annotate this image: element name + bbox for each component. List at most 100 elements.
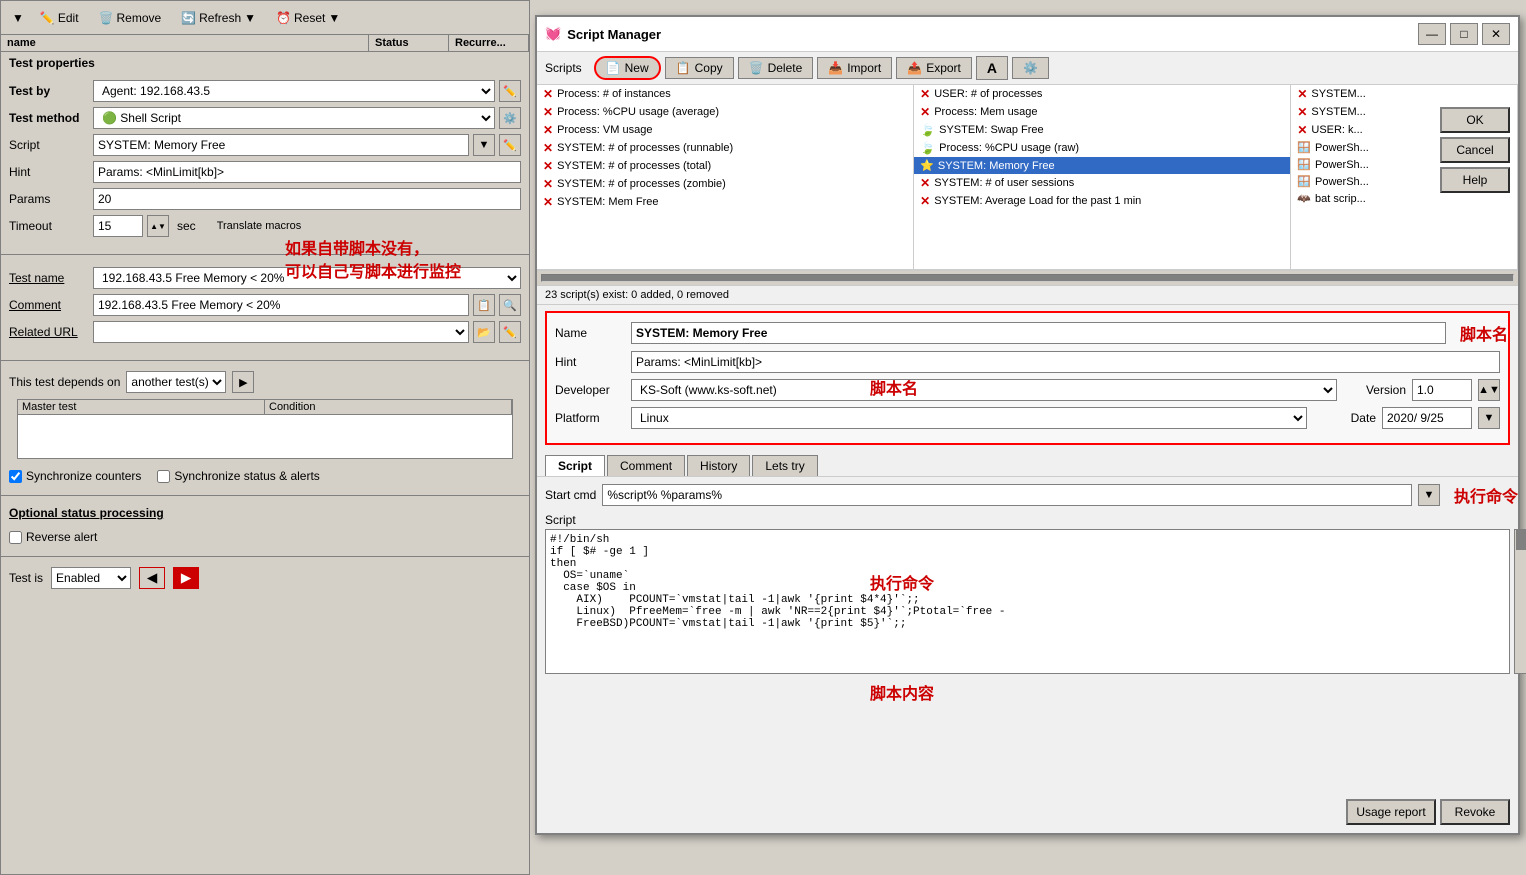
comment-edit-btn[interactable]: 📋 — [473, 294, 495, 316]
scrollbar-area — [537, 270, 1518, 286]
start-cmd-dropdown-btn[interactable]: ▼ — [1418, 484, 1440, 506]
test-is-select[interactable]: Enabled — [51, 567, 131, 589]
import-button[interactable]: 📥 Import — [817, 57, 892, 79]
list-item[interactable]: 🍃 Process: %CPU usage (raw) — [914, 139, 1290, 157]
comment-view-btn[interactable]: 🔍 — [499, 294, 521, 316]
tab-script[interactable]: Script — [545, 455, 605, 476]
close-btn[interactable]: ✕ — [1482, 23, 1510, 45]
comment-input[interactable] — [93, 294, 469, 316]
depends-select[interactable]: another test(s) — [126, 371, 226, 393]
url-open-btn[interactable]: 📂 — [473, 321, 495, 343]
related-url-row: Related URL 📂 ✏️ — [9, 321, 521, 343]
reverse-alert-checkbox[interactable] — [9, 531, 22, 544]
list-item[interactable]: ✕ SYSTEM: Average Load for the past 1 mi… — [914, 192, 1290, 210]
help-button[interactable]: Help — [1440, 167, 1510, 193]
test-by-edit-btn[interactable]: ✏️ — [499, 80, 521, 102]
import-icon: 📥 — [828, 61, 843, 75]
script-input[interactable] — [93, 134, 469, 156]
detail-hint-input[interactable] — [631, 351, 1500, 373]
delete-button[interactable]: 🗑️ Delete — [738, 57, 814, 79]
script-textarea[interactable]: #!/bin/sh if [ $# -ge 1 ] then OS=`uname… — [545, 529, 1510, 674]
version-input[interactable] — [1412, 379, 1472, 401]
url-edit-btn[interactable]: ✏️ — [499, 321, 521, 343]
optional-section: Optional status processing — [1, 502, 529, 524]
test-by-select[interactable]: Agent: 192.168.43.5 — [93, 80, 495, 102]
horizontal-scrollbar[interactable] — [541, 274, 1514, 282]
list-item[interactable]: ✕ SYSTEM... — [1291, 85, 1517, 103]
script-content-area: Start cmd ▼ 执行命令 Script #!/bin/sh if [ $… — [537, 477, 1518, 680]
back-arrow-btn[interactable]: ◀ — [139, 567, 165, 589]
date-spin-btn[interactable]: ▼ — [1478, 407, 1500, 429]
test-name-select[interactable]: 192.168.43.5 Free Memory < 20% — [93, 267, 521, 289]
x-icon: ✕ — [920, 194, 930, 208]
script-edit-btn[interactable]: ✏️ — [499, 134, 521, 156]
script-label: Script — [9, 138, 89, 152]
font-button[interactable]: A — [976, 56, 1008, 80]
scrollbar-thumb — [1516, 530, 1526, 550]
comment-row: Comment 📋 🔍 — [9, 294, 521, 316]
detail-name-input[interactable] — [631, 322, 1446, 344]
list-item[interactable]: ✕ SYSTEM: Mem Free — [537, 193, 913, 211]
ok-button[interactable]: OK — [1440, 107, 1510, 133]
tab-comment[interactable]: Comment — [607, 455, 685, 476]
list-item[interactable]: ✕ Process: %CPU usage (average) — [537, 103, 913, 121]
test-method-edit-btn[interactable]: ⚙️ — [499, 107, 521, 129]
test-is-label: Test is — [9, 571, 43, 585]
date-input[interactable] — [1382, 407, 1472, 429]
version-spin-btn[interactable]: ▲▼ — [1478, 379, 1500, 401]
depends-edit-btn[interactable]: ▶ — [232, 371, 254, 393]
minimize-btn[interactable]: — — [1418, 23, 1446, 45]
list-item[interactable]: ✕ SYSTEM: # of processes (runnable) — [537, 139, 913, 157]
tab-lets-try[interactable]: Lets try — [752, 455, 817, 476]
dropdown-arrow[interactable]: ▼ — [7, 8, 29, 28]
reset-dropdown[interactable]: ▼ — [328, 11, 340, 25]
list-item-selected[interactable]: ⭐ SYSTEM: Memory Free — [914, 157, 1290, 174]
maximize-btn[interactable]: □ — [1450, 23, 1478, 45]
list-item[interactable]: ✕ Process: # of instances — [537, 85, 913, 103]
reverse-alert-row: Reverse alert — [1, 524, 529, 550]
translate-macros-btn[interactable]: Translate macros — [208, 217, 311, 235]
tab-history[interactable]: History — [687, 455, 750, 476]
detail-platform-select[interactable]: Linux — [631, 407, 1307, 429]
sync-counters-checkbox[interactable] — [9, 470, 22, 483]
sync-status-checkbox[interactable] — [157, 470, 170, 483]
remove-button[interactable]: 🗑️ Remove — [90, 8, 171, 28]
dialog-icon: 💓 — [545, 26, 561, 42]
reset-button[interactable]: ⏰ Reset ▼ — [267, 8, 349, 28]
list-item[interactable]: ✕ Process: Mem usage — [914, 103, 1290, 121]
revoke-button[interactable]: Revoke — [1440, 799, 1510, 825]
x-icon: ✕ — [543, 141, 553, 155]
vertical-scrollbar[interactable] — [1514, 529, 1526, 674]
hint-input[interactable] — [93, 161, 521, 183]
test-method-select[interactable]: 🟢 Shell Script — [93, 107, 495, 129]
settings-button[interactable]: ⚙️ — [1012, 57, 1049, 79]
list-item[interactable]: ✕ SYSTEM: # of user sessions — [914, 174, 1290, 192]
new-button[interactable]: 📄 New — [594, 56, 661, 80]
export-button[interactable]: 📤 Export — [896, 57, 972, 79]
script-dropdown-btn[interactable]: ▼ — [473, 134, 495, 156]
list-item[interactable]: ✕ USER: # of processes — [914, 85, 1290, 103]
list-item[interactable]: ✕ Process: VM usage — [537, 121, 913, 139]
bottom-right-buttons: Usage report Revoke — [1346, 799, 1510, 825]
cancel-button[interactable]: Cancel — [1440, 137, 1510, 163]
refresh-button[interactable]: 🔄 Refresh ▼ — [172, 8, 265, 28]
timeout-input[interactable] — [93, 215, 143, 237]
script-text-label: Script — [545, 513, 1510, 527]
timeout-up-btn[interactable]: ▲▼ — [147, 215, 169, 237]
refresh-dropdown[interactable]: ▼ — [244, 11, 256, 25]
export-icon: 📤 — [907, 61, 922, 75]
copy-button[interactable]: 📋 Copy — [665, 57, 734, 79]
detail-section: Name 脚本名 Hint Developer KS-Soft (www.ks-… — [545, 311, 1510, 445]
usage-report-button[interactable]: Usage report — [1346, 799, 1436, 825]
related-url-select[interactable] — [93, 321, 469, 343]
detail-developer-select[interactable]: KS-Soft (www.ks-soft.net) — [631, 379, 1337, 401]
dialog-toolbar: Scripts 📄 New 📋 Copy 🗑️ Delete 📥 Import … — [537, 52, 1518, 85]
windows-icon: 🪟 — [1297, 158, 1311, 171]
list-item[interactable]: ✕ SYSTEM: # of processes (total) — [537, 157, 913, 175]
start-cmd-input[interactable] — [602, 484, 1412, 506]
forward-arrow-btn[interactable]: ▶ — [173, 567, 199, 589]
list-item[interactable]: 🍃 SYSTEM: Swap Free — [914, 121, 1290, 139]
list-item[interactable]: ✕ SYSTEM: # of processes (zombie) — [537, 175, 913, 193]
params-input[interactable] — [93, 188, 521, 210]
edit-button[interactable]: ✏️ Edit — [31, 8, 88, 28]
